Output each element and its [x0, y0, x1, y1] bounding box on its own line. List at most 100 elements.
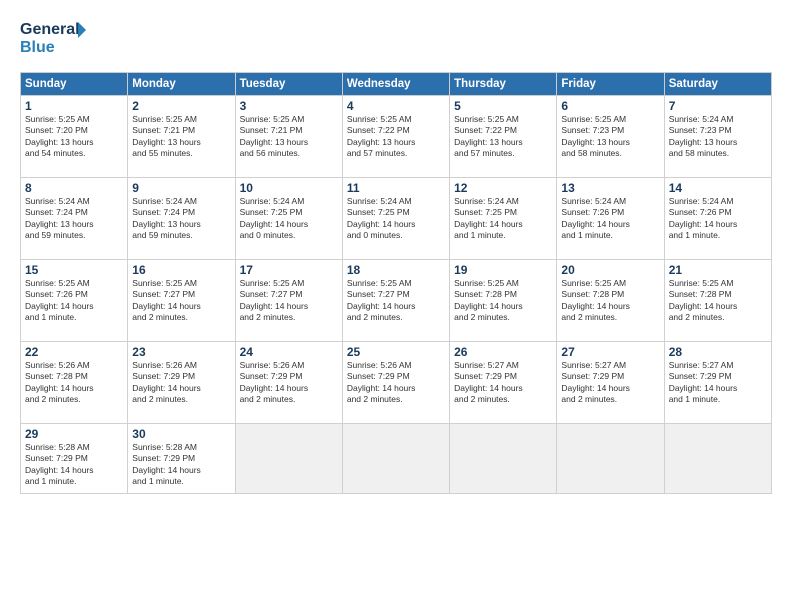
calendar-cell: 27Sunrise: 5:27 AMSunset: 7:29 PMDayligh…	[557, 342, 664, 424]
calendar-cell: 21Sunrise: 5:25 AMSunset: 7:28 PMDayligh…	[664, 260, 771, 342]
day-number: 8	[25, 181, 123, 195]
calendar-cell: 15Sunrise: 5:25 AMSunset: 7:26 PMDayligh…	[21, 260, 128, 342]
day-number: 16	[132, 263, 230, 277]
day-info: Sunrise: 5:25 AMSunset: 7:21 PMDaylight:…	[132, 114, 230, 160]
calendar-cell: 1Sunrise: 5:25 AMSunset: 7:20 PMDaylight…	[21, 96, 128, 178]
svg-text:Blue: Blue	[20, 39, 55, 56]
day-number: 20	[561, 263, 659, 277]
calendar-cell: 19Sunrise: 5:25 AMSunset: 7:28 PMDayligh…	[450, 260, 557, 342]
day-info: Sunrise: 5:26 AMSunset: 7:29 PMDaylight:…	[132, 360, 230, 406]
calendar-week-5: 29Sunrise: 5:28 AMSunset: 7:29 PMDayligh…	[21, 424, 772, 494]
day-info: Sunrise: 5:25 AMSunset: 7:27 PMDaylight:…	[132, 278, 230, 324]
calendar-body: 1Sunrise: 5:25 AMSunset: 7:20 PMDaylight…	[21, 96, 772, 494]
calendar-cell	[557, 424, 664, 494]
calendar-cell: 10Sunrise: 5:24 AMSunset: 7:25 PMDayligh…	[235, 178, 342, 260]
calendar-cell: 3Sunrise: 5:25 AMSunset: 7:21 PMDaylight…	[235, 96, 342, 178]
weekday-header-row: SundayMondayTuesdayWednesdayThursdayFrid…	[21, 73, 772, 96]
header: GeneralBlue	[20, 16, 772, 60]
day-number: 6	[561, 99, 659, 113]
day-info: Sunrise: 5:25 AMSunset: 7:28 PMDaylight:…	[454, 278, 552, 324]
calendar-cell: 20Sunrise: 5:25 AMSunset: 7:28 PMDayligh…	[557, 260, 664, 342]
logo-svg: GeneralBlue	[20, 16, 90, 60]
calendar-cell	[342, 424, 449, 494]
day-number: 5	[454, 99, 552, 113]
day-number: 26	[454, 345, 552, 359]
day-info: Sunrise: 5:25 AMSunset: 7:23 PMDaylight:…	[561, 114, 659, 160]
calendar-week-2: 8Sunrise: 5:24 AMSunset: 7:24 PMDaylight…	[21, 178, 772, 260]
day-number: 24	[240, 345, 338, 359]
calendar-cell: 16Sunrise: 5:25 AMSunset: 7:27 PMDayligh…	[128, 260, 235, 342]
day-number: 25	[347, 345, 445, 359]
day-number: 9	[132, 181, 230, 195]
day-info: Sunrise: 5:26 AMSunset: 7:29 PMDaylight:…	[240, 360, 338, 406]
day-info: Sunrise: 5:24 AMSunset: 7:25 PMDaylight:…	[240, 196, 338, 242]
day-info: Sunrise: 5:24 AMSunset: 7:26 PMDaylight:…	[669, 196, 767, 242]
calendar-cell: 22Sunrise: 5:26 AMSunset: 7:28 PMDayligh…	[21, 342, 128, 424]
weekday-tuesday: Tuesday	[235, 73, 342, 96]
day-info: Sunrise: 5:25 AMSunset: 7:27 PMDaylight:…	[240, 278, 338, 324]
calendar-week-4: 22Sunrise: 5:26 AMSunset: 7:28 PMDayligh…	[21, 342, 772, 424]
calendar-cell: 14Sunrise: 5:24 AMSunset: 7:26 PMDayligh…	[664, 178, 771, 260]
calendar-table: SundayMondayTuesdayWednesdayThursdayFrid…	[20, 72, 772, 494]
day-number: 28	[669, 345, 767, 359]
weekday-thursday: Thursday	[450, 73, 557, 96]
calendar-cell: 29Sunrise: 5:28 AMSunset: 7:29 PMDayligh…	[21, 424, 128, 494]
day-info: Sunrise: 5:24 AMSunset: 7:25 PMDaylight:…	[347, 196, 445, 242]
day-number: 11	[347, 181, 445, 195]
day-number: 3	[240, 99, 338, 113]
day-number: 10	[240, 181, 338, 195]
day-number: 22	[25, 345, 123, 359]
day-info: Sunrise: 5:25 AMSunset: 7:22 PMDaylight:…	[347, 114, 445, 160]
calendar-cell: 9Sunrise: 5:24 AMSunset: 7:24 PMDaylight…	[128, 178, 235, 260]
weekday-wednesday: Wednesday	[342, 73, 449, 96]
calendar-cell	[450, 424, 557, 494]
day-info: Sunrise: 5:24 AMSunset: 7:26 PMDaylight:…	[561, 196, 659, 242]
calendar-week-1: 1Sunrise: 5:25 AMSunset: 7:20 PMDaylight…	[21, 96, 772, 178]
weekday-friday: Friday	[557, 73, 664, 96]
calendar-week-3: 15Sunrise: 5:25 AMSunset: 7:26 PMDayligh…	[21, 260, 772, 342]
page: GeneralBlue SundayMondayTuesdayWednesday…	[0, 0, 792, 612]
day-number: 4	[347, 99, 445, 113]
day-info: Sunrise: 5:24 AMSunset: 7:24 PMDaylight:…	[132, 196, 230, 242]
day-info: Sunrise: 5:24 AMSunset: 7:24 PMDaylight:…	[25, 196, 123, 242]
calendar-cell: 5Sunrise: 5:25 AMSunset: 7:22 PMDaylight…	[450, 96, 557, 178]
weekday-saturday: Saturday	[664, 73, 771, 96]
day-number: 1	[25, 99, 123, 113]
calendar-cell: 13Sunrise: 5:24 AMSunset: 7:26 PMDayligh…	[557, 178, 664, 260]
day-info: Sunrise: 5:24 AMSunset: 7:23 PMDaylight:…	[669, 114, 767, 160]
calendar-cell: 23Sunrise: 5:26 AMSunset: 7:29 PMDayligh…	[128, 342, 235, 424]
day-info: Sunrise: 5:25 AMSunset: 7:26 PMDaylight:…	[25, 278, 123, 324]
day-number: 17	[240, 263, 338, 277]
calendar-cell: 25Sunrise: 5:26 AMSunset: 7:29 PMDayligh…	[342, 342, 449, 424]
day-number: 19	[454, 263, 552, 277]
calendar-cell: 26Sunrise: 5:27 AMSunset: 7:29 PMDayligh…	[450, 342, 557, 424]
day-info: Sunrise: 5:25 AMSunset: 7:22 PMDaylight:…	[454, 114, 552, 160]
day-info: Sunrise: 5:25 AMSunset: 7:28 PMDaylight:…	[561, 278, 659, 324]
day-number: 14	[669, 181, 767, 195]
day-info: Sunrise: 5:27 AMSunset: 7:29 PMDaylight:…	[454, 360, 552, 406]
calendar-cell	[664, 424, 771, 494]
svg-text:General: General	[20, 21, 80, 38]
day-number: 29	[25, 427, 123, 441]
calendar-cell: 18Sunrise: 5:25 AMSunset: 7:27 PMDayligh…	[342, 260, 449, 342]
day-number: 7	[669, 99, 767, 113]
weekday-sunday: Sunday	[21, 73, 128, 96]
calendar-cell: 6Sunrise: 5:25 AMSunset: 7:23 PMDaylight…	[557, 96, 664, 178]
calendar-cell: 11Sunrise: 5:24 AMSunset: 7:25 PMDayligh…	[342, 178, 449, 260]
logo: GeneralBlue	[20, 16, 90, 60]
day-info: Sunrise: 5:27 AMSunset: 7:29 PMDaylight:…	[561, 360, 659, 406]
calendar-cell: 8Sunrise: 5:24 AMSunset: 7:24 PMDaylight…	[21, 178, 128, 260]
calendar-cell: 30Sunrise: 5:28 AMSunset: 7:29 PMDayligh…	[128, 424, 235, 494]
day-info: Sunrise: 5:26 AMSunset: 7:29 PMDaylight:…	[347, 360, 445, 406]
day-info: Sunrise: 5:28 AMSunset: 7:29 PMDaylight:…	[25, 442, 123, 488]
day-number: 30	[132, 427, 230, 441]
day-number: 2	[132, 99, 230, 113]
day-info: Sunrise: 5:27 AMSunset: 7:29 PMDaylight:…	[669, 360, 767, 406]
calendar-cell: 4Sunrise: 5:25 AMSunset: 7:22 PMDaylight…	[342, 96, 449, 178]
day-number: 13	[561, 181, 659, 195]
calendar-cell: 12Sunrise: 5:24 AMSunset: 7:25 PMDayligh…	[450, 178, 557, 260]
day-number: 21	[669, 263, 767, 277]
calendar-cell: 7Sunrise: 5:24 AMSunset: 7:23 PMDaylight…	[664, 96, 771, 178]
calendar-cell	[235, 424, 342, 494]
weekday-monday: Monday	[128, 73, 235, 96]
